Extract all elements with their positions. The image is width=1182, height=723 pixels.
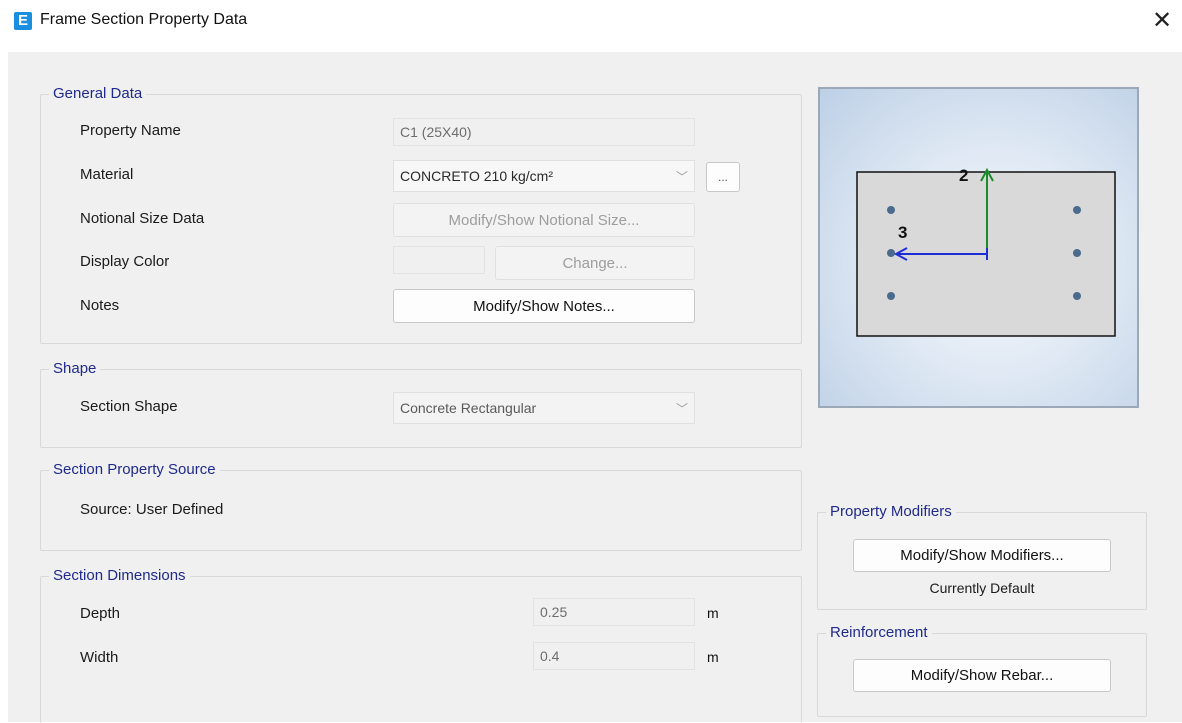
material-more-button[interactable]: ... [706, 162, 740, 192]
section-preview: 2 3 [818, 87, 1139, 408]
material-value: CONCRETO 210 kg/cm² [400, 168, 553, 184]
material-label: Material [80, 166, 134, 183]
notional-size-label: Notional Size Data [80, 210, 205, 227]
general-data-legend: General Data [49, 85, 147, 103]
notes-button-label: Modify/Show Notes... [473, 297, 615, 315]
title-bar: E Frame Section Property Data ✕ [0, 0, 1182, 46]
chevron-down-icon: ﹀ [675, 401, 688, 416]
close-icon: ✕ [1151, 7, 1173, 34]
notional-size-button[interactable]: Modify/Show Notional Size... [393, 203, 695, 237]
more-label: ... [717, 170, 728, 184]
notes-button[interactable]: Modify/Show Notes... [393, 289, 695, 323]
depth-value: 0.25 [540, 604, 568, 620]
window-title: Frame Section Property Data [40, 11, 248, 28]
width-unit: m [707, 649, 719, 665]
modify-rebar-button[interactable]: Modify/Show Rebar... [853, 659, 1111, 692]
change-color-button[interactable]: Change... [495, 246, 695, 280]
section-drawing: 2 3 [856, 166, 1116, 337]
modify-rebar-button-label: Modify/Show Rebar... [910, 667, 1054, 684]
notional-size-button-label: Modify/Show Notional Size... [448, 211, 640, 229]
modify-modifiers-button-label: Modify/Show Modifiers... [900, 547, 1064, 564]
section-shape-value: Concrete Rectangular [400, 400, 537, 416]
display-color-swatch [393, 246, 485, 274]
rebar-dot [887, 206, 895, 214]
rebar-dot [1073, 249, 1081, 257]
width-input[interactable]: 0.4 [533, 642, 695, 670]
material-dropdown[interactable]: CONCRETO 210 kg/cm² ﹀ [393, 160, 695, 192]
section-shape-dropdown[interactable]: Concrete Rectangular ﹀ [393, 392, 695, 424]
chevron-down-icon: ﹀ [675, 169, 688, 184]
rebar-dot [1073, 292, 1081, 300]
close-button[interactable]: ✕ [1147, 6, 1177, 36]
source-text: Source: User Defined [80, 501, 224, 518]
property-name-field[interactable]: C1 (25X40) [393, 118, 695, 146]
axis-2-label: 2 [959, 166, 968, 185]
width-label: Width [80, 649, 119, 666]
display-color-label: Display Color [80, 253, 170, 270]
shape-legend: Shape [49, 360, 101, 378]
axis-3-label: 3 [898, 223, 907, 242]
rebar-dot [1073, 206, 1081, 214]
property-name-value: C1 (25X40) [400, 124, 472, 140]
property-modifiers-legend: Property Modifiers [826, 503, 956, 521]
depth-input[interactable]: 0.25 [533, 598, 695, 626]
property-name-label: Property Name [80, 122, 181, 139]
change-color-button-label: Change... [562, 254, 628, 272]
reinforcement-legend: Reinforcement [826, 624, 932, 642]
etabs-app-icon: E [14, 12, 32, 30]
section-shape-label: Section Shape [80, 398, 178, 415]
section-dimensions-legend: Section Dimensions [49, 567, 190, 585]
modifiers-status: Currently Default [929, 580, 1035, 596]
notes-label: Notes [80, 297, 120, 314]
depth-unit: m [707, 605, 719, 621]
modify-modifiers-button[interactable]: Modify/Show Modifiers... [853, 539, 1111, 572]
rebar-dot [887, 249, 895, 257]
rebar-dot [887, 292, 895, 300]
width-value: 0.4 [540, 648, 560, 664]
section-property-source-legend: Section Property Source [49, 461, 220, 479]
depth-label: Depth [80, 605, 121, 622]
